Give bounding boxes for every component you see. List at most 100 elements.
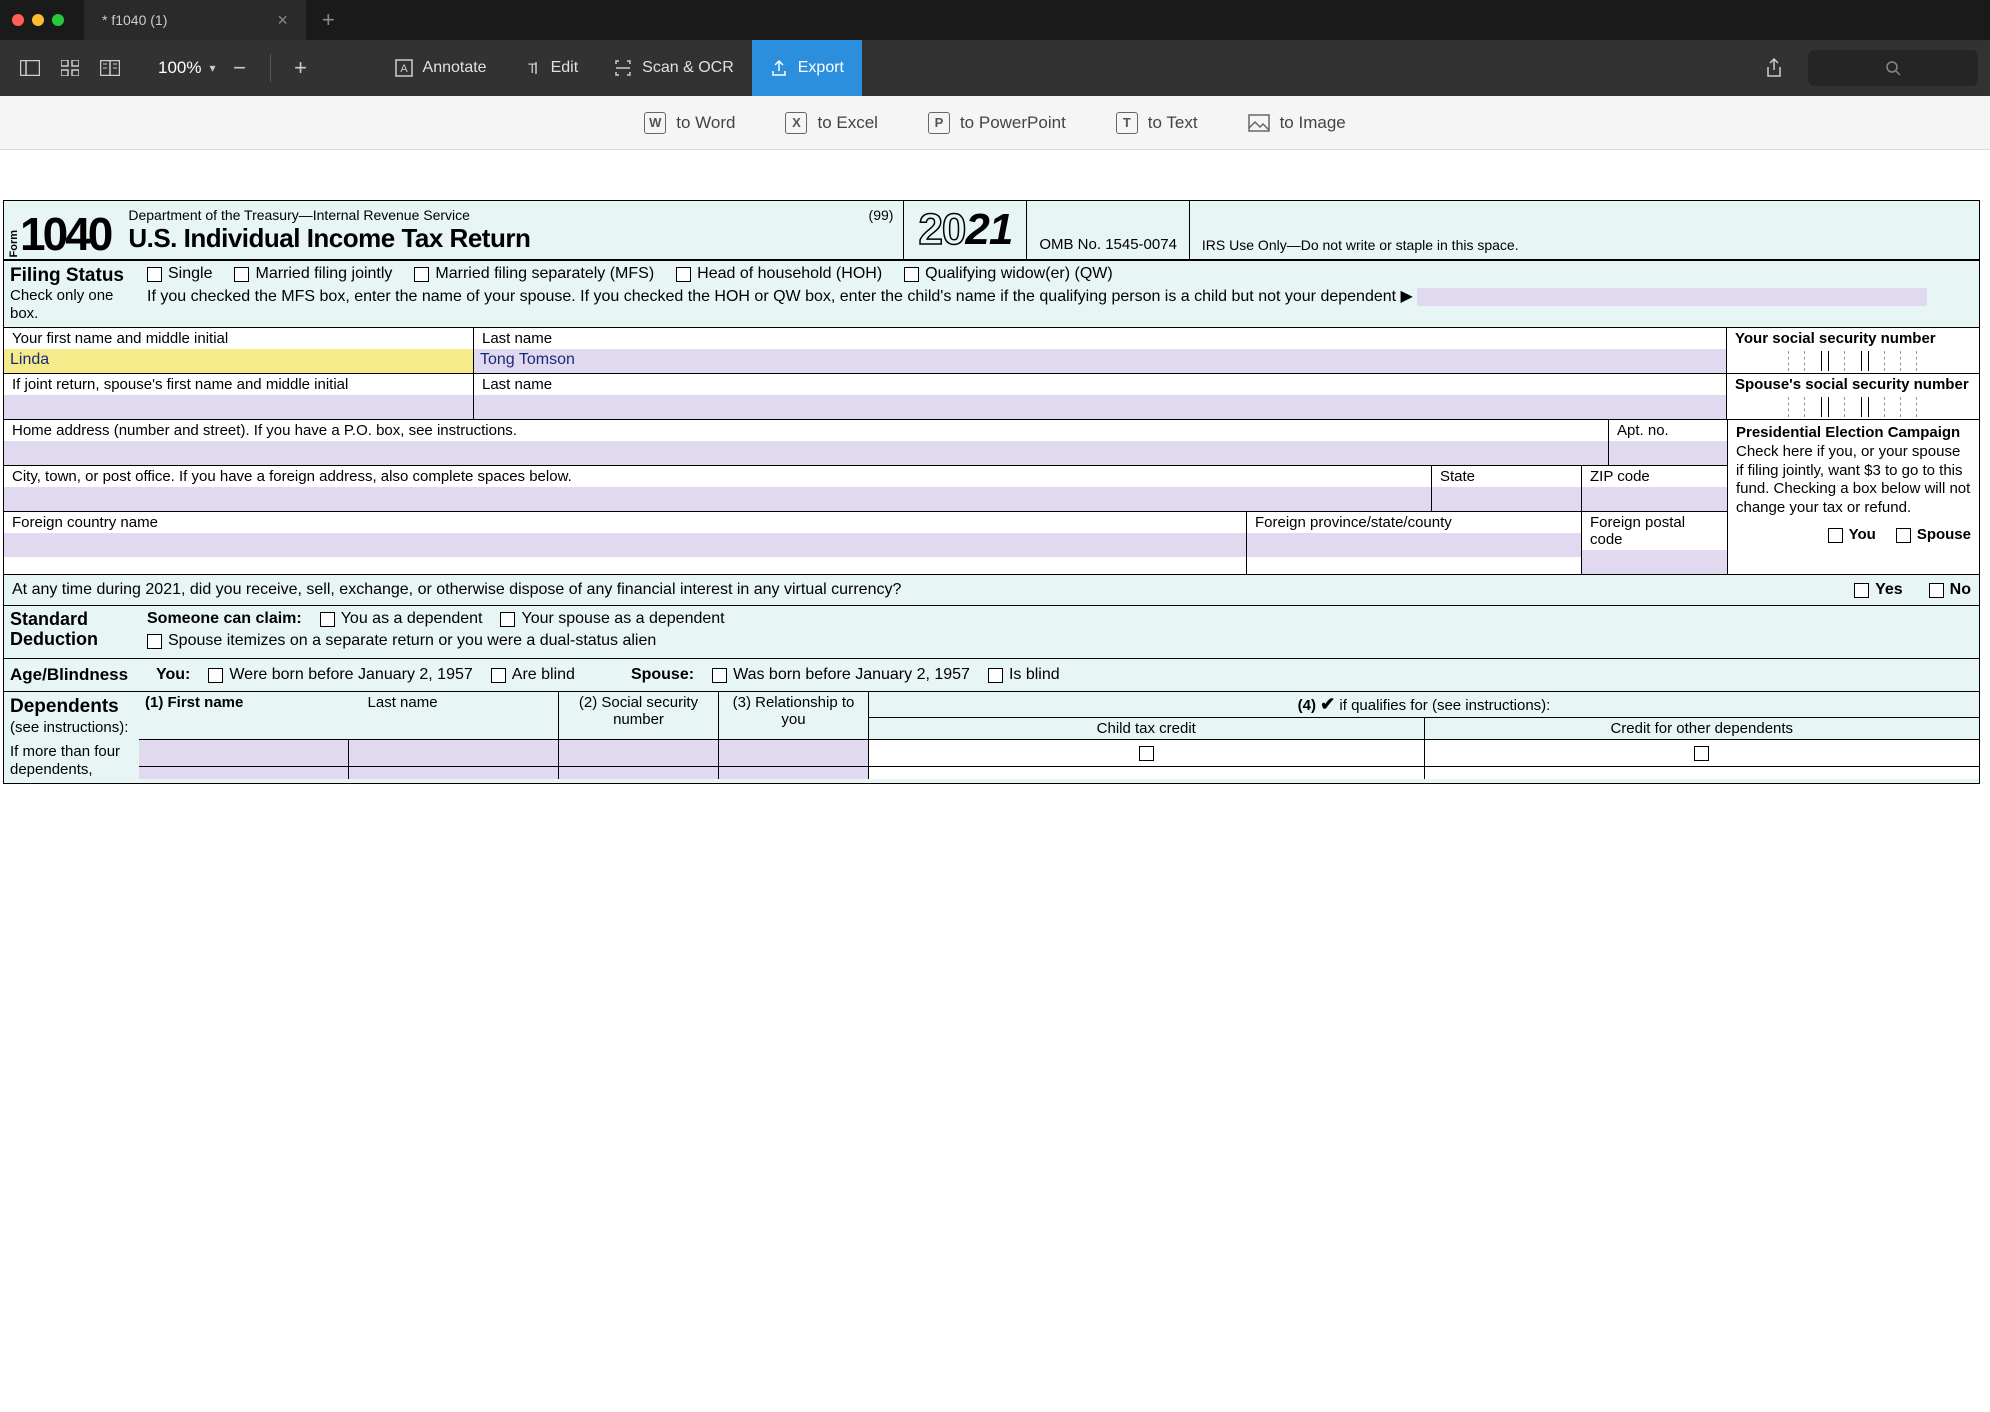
ab-spouse-label: Spouse: <box>631 666 694 684</box>
presidential-spouse-checkbox[interactable]: Spouse <box>1896 526 1971 545</box>
spouse-first-label: If joint return, spouse's first name and… <box>4 374 473 395</box>
dep-col4b: Credit for other dependents <box>1425 718 1980 739</box>
foreign-row: Foreign country name Foreign province/st… <box>4 512 1727 575</box>
spouse-name-row: If joint return, spouse's first name and… <box>4 374 1979 420</box>
chevron-down-icon[interactable]: ▾ <box>209 61 215 75</box>
search-input[interactable] <box>1808 50 1978 86</box>
you-born-checkbox[interactable]: Were born before January 2, 1957 <box>208 666 472 684</box>
export-to-word-button[interactable]: W to Word <box>644 112 735 134</box>
annotate-button[interactable]: A Annotate <box>377 40 505 96</box>
vc-yes-checkbox[interactable]: Yes <box>1854 581 1903 599</box>
someone-can-claim-label: Someone can claim: <box>147 610 302 628</box>
dep2-first-input[interactable] <box>139 767 349 779</box>
export-to-text-button[interactable]: T to Text <box>1116 112 1198 134</box>
sidebar-toggle-icon[interactable] <box>12 50 48 86</box>
spouse-last-input[interactable] <box>474 395 1726 419</box>
thumbnails-icon[interactable] <box>52 50 88 86</box>
you-dependent-checkbox[interactable]: You as a dependent <box>320 610 483 628</box>
export-to-powerpoint-button[interactable]: P to PowerPoint <box>928 112 1066 134</box>
form-number: 1040 <box>20 211 110 257</box>
zoom-out-button[interactable]: − <box>224 52 256 84</box>
you-blind-checkbox[interactable]: Are blind <box>491 666 575 684</box>
dependents-title: Dependents <box>10 696 119 717</box>
state-label: State <box>1432 466 1581 487</box>
document-viewport[interactable]: Form 1040 Department of the Treasury—Int… <box>0 150 1990 784</box>
edit-button[interactable]: T Edit <box>505 40 597 96</box>
dep-col4a: Child tax credit <box>869 718 1425 739</box>
excel-key-icon: X <box>785 112 807 134</box>
dep2-ctc-checkbox[interactable] <box>869 767 1425 779</box>
export-to-image-button[interactable]: to Image <box>1248 113 1346 133</box>
vc-no-checkbox[interactable]: No <box>1929 581 1971 599</box>
tab-title: * f1040 (1) <box>102 12 167 28</box>
tab-f1040[interactable]: * f1040 (1) × <box>84 0 306 40</box>
dep2-other-checkbox[interactable] <box>1425 767 1980 779</box>
scan-label: Scan & OCR <box>642 59 734 77</box>
dep2-rel-input[interactable] <box>719 767 869 779</box>
last-name-input[interactable]: Tong Tomson <box>474 349 1726 373</box>
zoom-level[interactable]: 100% <box>158 58 201 78</box>
form-label: Form <box>8 230 20 258</box>
city-input[interactable] <box>4 487 1431 511</box>
reading-mode-icon[interactable] <box>92 50 128 86</box>
maximize-window-icon[interactable] <box>52 14 64 26</box>
spouse-ssn-input[interactable] <box>1727 395 1979 419</box>
spouse-itemizes-checkbox[interactable]: Spouse itemizes on a separate return or … <box>147 632 656 650</box>
new-tab-button[interactable]: + <box>306 7 351 33</box>
foreign-postal-label: Foreign postal code <box>1582 512 1727 550</box>
traffic-lights <box>12 14 64 26</box>
home-address-input[interactable] <box>4 441 1608 465</box>
filing-single-checkbox[interactable]: Single <box>147 265 212 283</box>
export-to-excel-button[interactable]: X to Excel <box>785 112 877 134</box>
dep1-ssn-input[interactable] <box>559 740 719 766</box>
zip-input[interactable] <box>1582 487 1727 511</box>
filing-mfs-checkbox[interactable]: Married filing separately (MFS) <box>414 265 654 283</box>
share-button[interactable] <box>1756 50 1792 86</box>
dep1-rel-input[interactable] <box>719 740 869 766</box>
zoom-control: 100% ▾ − + <box>158 52 317 84</box>
dep2-last-input[interactable] <box>349 767 559 779</box>
spouse-blind-checkbox[interactable]: Is blind <box>988 666 1060 684</box>
dep1-ctc-checkbox[interactable] <box>869 740 1425 766</box>
apt-input[interactable] <box>1609 441 1727 465</box>
scan-ocr-button[interactable]: Scan & OCR <box>596 40 752 96</box>
dep1-other-checkbox[interactable] <box>1425 740 1980 766</box>
form-title: U.S. Individual Income Tax Return <box>128 223 893 254</box>
dep2-ssn-input[interactable] <box>559 767 719 779</box>
foreign-postal-input[interactable] <box>1582 550 1727 574</box>
dep1-first-input[interactable] <box>139 740 349 766</box>
first-name-input[interactable]: Linda <box>4 349 473 373</box>
foreign-province-label: Foreign province/state/county <box>1247 512 1581 533</box>
state-input[interactable] <box>1432 487 1581 511</box>
spouse-dependent-checkbox[interactable]: Your spouse as a dependent <box>500 610 724 628</box>
close-window-icon[interactable] <box>12 14 24 26</box>
export-image-label: to Image <box>1280 113 1346 133</box>
filing-hoh-checkbox[interactable]: Head of household (HOH) <box>676 265 882 283</box>
image-icon <box>1248 114 1270 132</box>
dep1-last-input[interactable] <box>349 740 559 766</box>
ssn-input[interactable] <box>1727 349 1979 373</box>
filing-mfj-checkbox[interactable]: Married filing jointly <box>234 265 392 283</box>
filing-status-note: If you checked the MFS box, enter the na… <box>147 287 1971 308</box>
spouse-born-checkbox[interactable]: Was born before January 2, 1957 <box>712 666 970 684</box>
foreign-province-input[interactable] <box>1247 533 1581 557</box>
presidential-you-checkbox[interactable]: You <box>1828 526 1876 545</box>
sd-title-a: Standard <box>10 610 133 630</box>
dependent-row-1 <box>139 740 1979 767</box>
zip-label: ZIP code <box>1582 466 1727 487</box>
sd-title-b: Deduction <box>10 630 133 650</box>
presidential-campaign-box: Presidential Election Campaign Check her… <box>1727 420 1979 575</box>
filing-name-input[interactable] <box>1417 288 1927 306</box>
zoom-in-button[interactable]: + <box>285 52 317 84</box>
search-icon <box>1885 60 1901 76</box>
word-key-icon: W <box>644 112 666 134</box>
spouse-first-input[interactable] <box>4 395 473 419</box>
filing-status-sub: Check only one box. <box>10 287 133 323</box>
minimize-window-icon[interactable] <box>32 14 44 26</box>
foreign-country-input[interactable] <box>4 533 1246 557</box>
export-subtoolbar: W to Word X to Excel P to PowerPoint T t… <box>0 96 1990 150</box>
close-tab-icon[interactable]: × <box>277 10 288 31</box>
export-button[interactable]: Export <box>752 40 862 96</box>
filing-qw-checkbox[interactable]: Qualifying widow(er) (QW) <box>904 265 1113 283</box>
spouse-last-label: Last name <box>474 374 1726 395</box>
